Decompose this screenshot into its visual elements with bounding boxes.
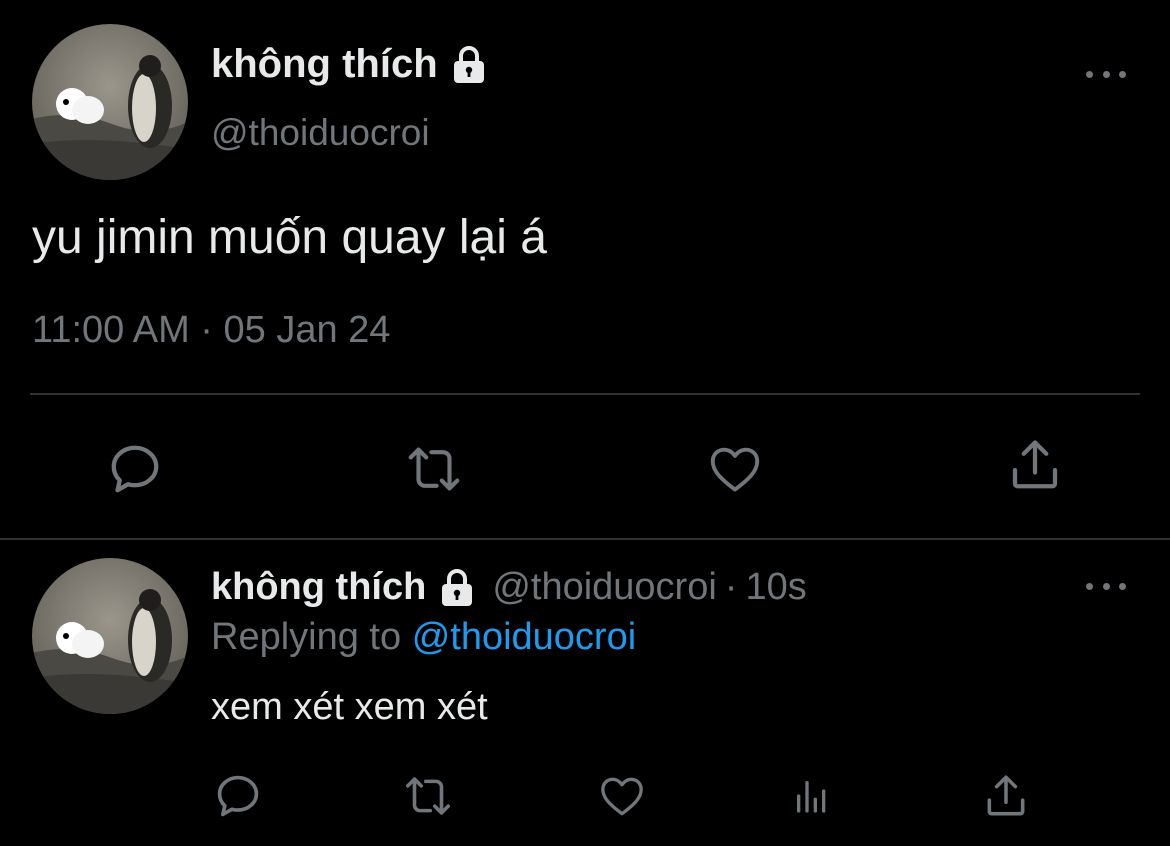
user-handle[interactable]: @thoiduocroi	[211, 112, 430, 154]
more-icon[interactable]	[1086, 572, 1126, 600]
analytics-button[interactable]	[788, 772, 836, 820]
display-name-text: không thích	[211, 42, 438, 86]
reply-button[interactable]	[208, 768, 268, 824]
reply-header: không thích @thoiduocroi · 10s	[211, 566, 807, 609]
retweet-icon	[408, 447, 460, 491]
tweet-text: xem xét xem xét	[211, 686, 488, 728]
more-icon[interactable]	[1086, 60, 1126, 88]
share-button[interactable]	[1002, 432, 1068, 498]
heart-icon	[710, 447, 760, 492]
avatar[interactable]	[32, 558, 188, 714]
retweet-icon	[405, 777, 451, 815]
reply-icon	[217, 775, 259, 817]
like-button[interactable]	[594, 768, 650, 824]
share-icon	[1012, 440, 1058, 489]
replying-to-label: Replying to	[211, 616, 402, 658]
lock-icon	[448, 44, 490, 86]
analytics-icon	[797, 781, 826, 813]
tweet-thread: không thích @thoiduocroi yu jimin muốn q…	[0, 0, 1170, 846]
user-handle[interactable]: @thoiduocroi	[492, 566, 716, 609]
divider	[30, 393, 1140, 395]
retweet-button[interactable]	[398, 436, 470, 502]
divider	[0, 538, 1170, 540]
reply-icon	[111, 445, 159, 493]
separator: ·	[724, 566, 738, 608]
display-name[interactable]: không thích	[211, 42, 490, 87]
avatar[interactable]	[32, 24, 188, 180]
retweet-button[interactable]	[396, 768, 460, 824]
lock-icon	[436, 567, 478, 609]
tweet-text: yu jimin muốn quay lại á	[32, 211, 547, 264]
tweet-time[interactable]: 10s	[745, 566, 806, 609]
share-icon	[987, 775, 1025, 816]
share-button[interactable]	[978, 768, 1034, 824]
reply-button[interactable]	[100, 436, 170, 502]
like-button[interactable]	[702, 436, 768, 502]
tweet-timestamp[interactable]: 11:00 AM · 05 Jan 24	[32, 309, 390, 352]
heart-icon	[601, 777, 643, 816]
replying-to-link[interactable]: @thoiduocroi	[412, 616, 636, 658]
replying-to: Replying to @thoiduocroi	[211, 616, 636, 659]
display-name[interactable]: không thích	[211, 566, 426, 609]
